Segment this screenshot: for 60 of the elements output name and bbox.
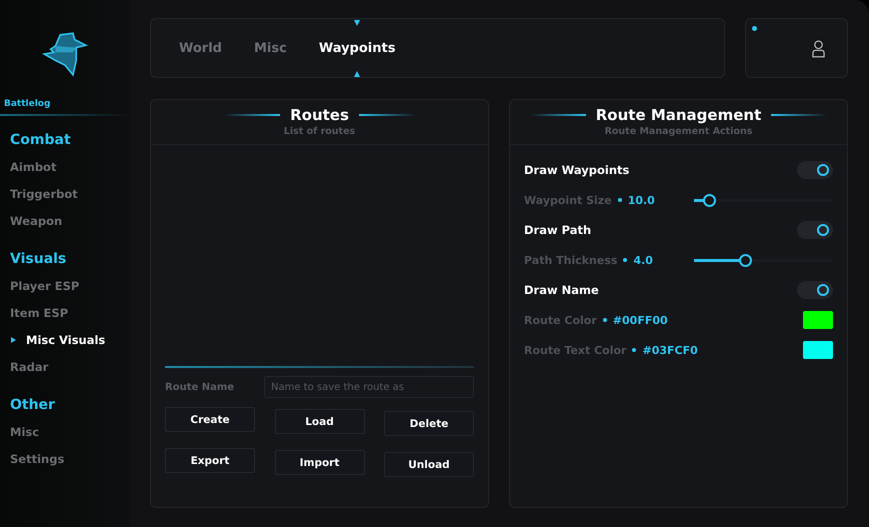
sidebar-item[interactable]: Misc (0, 419, 130, 446)
action-button[interactable]: Delete (384, 411, 474, 436)
action-button[interactable]: Load (274, 409, 364, 434)
panel-subtitle: List of routes (282, 126, 356, 137)
setting-label: Draw Waypoints (524, 163, 630, 177)
panel-title: Routes (290, 106, 349, 124)
tab[interactable]: World (179, 40, 222, 56)
user-icon[interactable] (812, 38, 825, 58)
sidebar-item[interactable]: Aimbot (0, 154, 130, 181)
color-swatch[interactable] (803, 311, 833, 329)
heading-rule (530, 114, 586, 116)
setting-value: #03FCF0 (642, 344, 698, 356)
sidebar-item[interactable]: Item ESP (0, 300, 130, 327)
sidebar-item[interactable]: Misc Visuals (0, 327, 130, 354)
setting-value: 10.0 (628, 194, 655, 206)
toggle-switch[interactable] (797, 161, 833, 179)
setting-label: Route Color (524, 314, 597, 326)
slider-thumb[interactable] (703, 194, 716, 206)
heading-rule (224, 114, 280, 116)
sidebar-item[interactable]: Triggerbot (0, 181, 130, 208)
color-swatch[interactable] (803, 341, 833, 359)
toggle-switch[interactable] (797, 221, 833, 239)
setting-value: 4.0 (633, 254, 653, 266)
heading-rule (358, 114, 415, 116)
panel-title: Route Management (596, 106, 762, 124)
bullet-icon (623, 258, 628, 262)
bullet-icon (602, 318, 607, 322)
field-label: Route Name (165, 382, 234, 392)
sidebar-item[interactable]: Radar (0, 354, 130, 381)
input-field[interactable]: Name to save the route as (264, 376, 474, 398)
setting-label: Route Text Color (524, 344, 626, 356)
bullet-icon (618, 198, 622, 202)
action-button[interactable]: Unload (384, 452, 474, 477)
triangle-down-icon (354, 20, 360, 26)
brand-name: Battlelog (3, 99, 52, 109)
action-button[interactable]: Export (165, 448, 255, 473)
bullet-icon (632, 348, 636, 352)
section-heading: Combat (9, 131, 72, 150)
section-heading: Visuals (9, 250, 68, 269)
triangle-up-icon (354, 70, 360, 76)
status-dot-icon (752, 26, 757, 31)
setting-label: Path Thickness (524, 254, 618, 266)
sidebar-item[interactable]: Settings (0, 446, 130, 473)
toggle-switch[interactable] (797, 281, 833, 299)
tab[interactable]: Misc (254, 40, 287, 56)
caret-icon (11, 337, 16, 343)
setting-label: Waypoint Size (524, 194, 612, 206)
setting-value: #00FF00 (612, 314, 668, 326)
action-button[interactable]: Create (165, 407, 255, 432)
hooded-figure-logo-icon (41, 30, 89, 76)
setting-label: Draw Name (524, 283, 599, 297)
panel-subtitle: Route Management Actions (604, 126, 754, 137)
heading-rule (771, 114, 828, 116)
action-button[interactable]: Import (274, 450, 364, 475)
tab[interactable]: Waypoints (318, 40, 396, 56)
sidebar-item[interactable]: Player ESP (0, 273, 130, 300)
setting-label: Draw Path (524, 223, 592, 237)
slider-thumb[interactable] (739, 254, 752, 266)
section-heading: Other (9, 396, 56, 415)
sidebar-item[interactable]: Weapon (0, 208, 130, 235)
